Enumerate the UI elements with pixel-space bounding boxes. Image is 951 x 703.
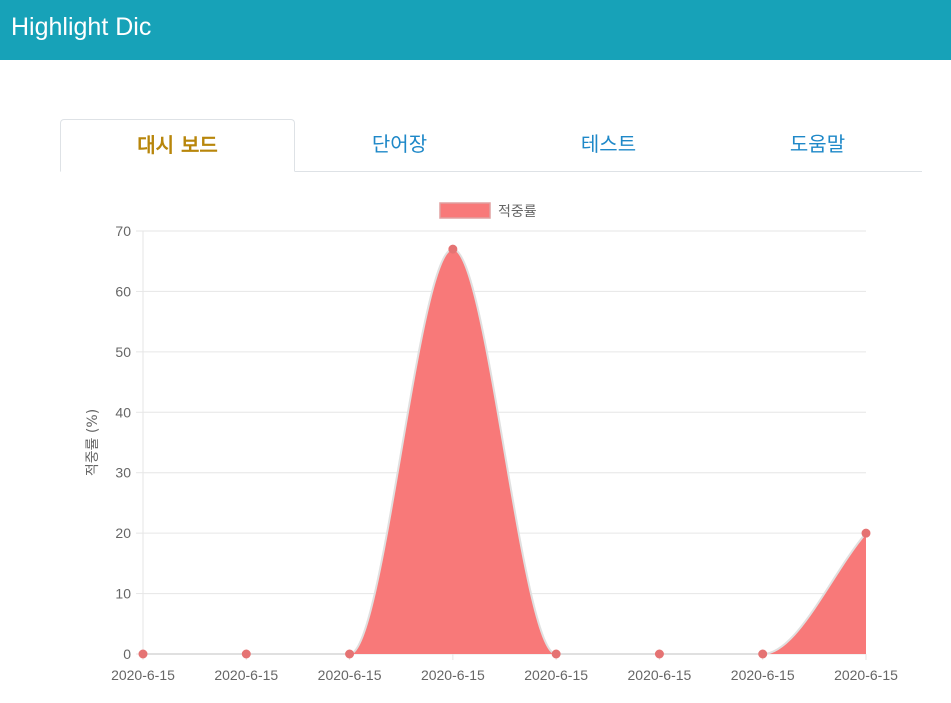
y-axis-title: 적중률 (%) — [85, 409, 101, 476]
x-tick-label: 2020-6-15 — [421, 667, 485, 683]
data-point[interactable] — [551, 649, 561, 659]
legend-swatch[interactable] — [439, 202, 491, 219]
data-point[interactable] — [654, 649, 664, 659]
x-tick-label: 2020-6-15 — [834, 667, 898, 683]
y-tick-label: 60 — [115, 283, 131, 299]
x-tick-label: 2020-6-15 — [524, 667, 588, 683]
data-point[interactable] — [241, 649, 251, 659]
data-point[interactable] — [758, 649, 768, 659]
data-point[interactable] — [138, 649, 148, 659]
x-tick-label: 2020-6-15 — [731, 667, 795, 683]
x-tick-label: 2020-6-15 — [111, 667, 175, 683]
data-point[interactable] — [345, 649, 355, 659]
x-tick-label: 2020-6-15 — [318, 667, 382, 683]
chart-container: 0 10 20 30 40 50 60 70 2020-6-15 2020-6-15 2020-6-… — [0, 0, 951, 699]
y-tick-label: 30 — [115, 465, 131, 481]
data-point[interactable] — [448, 244, 458, 254]
x-tick-label: 2020-6-15 — [214, 667, 278, 683]
hit-rate-chart: 0 10 20 30 40 50 60 70 2020-6-15 2020-6-15 2020-6-… — [85, 202, 898, 683]
y-tick-label: 10 — [115, 586, 131, 602]
y-tick-label: 20 — [115, 525, 131, 541]
y-tick-label: 0 — [123, 646, 131, 662]
data-point[interactable] — [861, 528, 871, 538]
legend-label[interactable]: 적중률 — [498, 204, 537, 220]
y-tick-label: 50 — [115, 344, 131, 360]
y-tick-label: 70 — [115, 223, 131, 239]
y-tick-label: 40 — [115, 404, 131, 420]
x-tick-label: 2020-6-15 — [628, 667, 692, 683]
